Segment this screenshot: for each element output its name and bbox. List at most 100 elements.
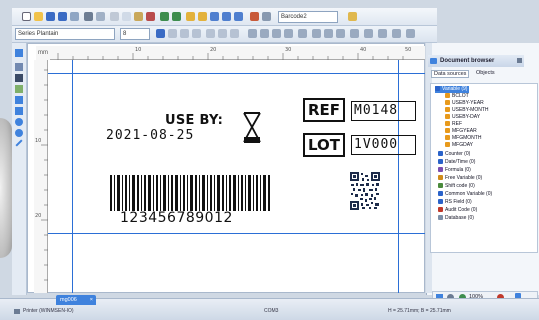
format-tool-7-icon[interactable] — [324, 29, 333, 38]
image-tool-icon[interactable] — [15, 85, 23, 93]
underline-icon[interactable] — [192, 29, 201, 38]
guide-horizontal[interactable] — [48, 73, 425, 74]
hourglass-icon[interactable] — [243, 112, 261, 144]
use-by-label[interactable]: USE BY: — [165, 113, 223, 128]
text-tool-icon[interactable] — [15, 63, 23, 71]
format-tool-11-icon[interactable] — [378, 29, 387, 38]
save-all-icon[interactable] — [58, 12, 67, 21]
print-setup-icon[interactable] — [96, 12, 105, 21]
tree-item-label: MFGMONTH — [452, 135, 482, 141]
format-tool-4-icon[interactable] — [284, 29, 293, 38]
copy-icon[interactable] — [122, 12, 131, 21]
close-tab-icon[interactable]: × — [90, 295, 93, 305]
cut-icon[interactable] — [110, 12, 119, 21]
paste-icon[interactable] — [134, 12, 143, 21]
format-tool-1-icon[interactable] — [248, 29, 257, 38]
format-tool-3-icon[interactable] — [272, 29, 281, 38]
tab-data-sources[interactable]: Data sources — [431, 70, 470, 78]
ruler-mark: 40 — [360, 47, 367, 53]
ungroup-icon[interactable] — [198, 12, 207, 21]
print-icon[interactable] — [84, 12, 93, 21]
tree-item[interactable]: Date/Time (0) — [438, 159, 475, 166]
tree-item[interactable]: Variable (9) — [435, 86, 470, 93]
tree-item[interactable]: MFGYEAR — [445, 128, 477, 135]
audit-code-icon — [438, 207, 443, 213]
format-tool-2-icon[interactable] — [260, 29, 269, 38]
linear-barcode[interactable] — [110, 175, 270, 211]
tree-item[interactable]: USEBY-DAY — [445, 114, 480, 121]
align-icon[interactable] — [210, 12, 219, 21]
guide-vertical[interactable] — [72, 60, 73, 293]
delete-icon[interactable] — [146, 12, 155, 21]
tree-item-label: Free Variable (0) — [445, 175, 483, 181]
format-tool-13-icon[interactable] — [406, 29, 415, 38]
lot-symbol[interactable]: LOT — [303, 133, 345, 157]
tree-item[interactable]: Shift code (0) — [438, 183, 475, 190]
font-combo[interactable]: Series Plantain — [15, 28, 115, 40]
format-tool-10-icon[interactable] — [364, 29, 373, 38]
format-tool-5-icon[interactable] — [298, 29, 307, 38]
format-tool-6-icon[interactable] — [312, 29, 321, 38]
status-printer[interactable]: Printer (WINMSEN-IO) — [23, 308, 74, 314]
barcode-tool-icon[interactable] — [15, 74, 23, 82]
align-center-icon[interactable] — [218, 29, 227, 38]
italic-icon[interactable] — [180, 29, 189, 38]
tree-item[interactable]: Common Variable (0) — [438, 191, 492, 198]
rectangle-tool-icon[interactable] — [15, 96, 23, 104]
zoom-icon[interactable] — [234, 12, 243, 21]
barcode-combo[interactable]: Barcode2 — [278, 11, 338, 23]
guide-horizontal[interactable] — [48, 233, 425, 234]
tree-item[interactable]: MFGMONTH — [445, 135, 481, 142]
save-icon[interactable] — [46, 12, 55, 21]
group-icon[interactable] — [186, 12, 195, 21]
tree-item[interactable]: Free Variable (0) — [438, 175, 482, 182]
tree-item[interactable]: Database (0) — [438, 215, 474, 222]
bold-icon[interactable] — [168, 29, 177, 38]
ref-symbol[interactable]: REF — [303, 98, 345, 122]
font-size-combo[interactable]: 8 — [120, 28, 150, 40]
barcode-number[interactable]: 123456789012 — [120, 210, 233, 226]
ruler-mark: 30 — [285, 47, 292, 53]
tree-item[interactable]: BCLOT — [445, 93, 469, 100]
lot-value-field[interactable]: 1V000 — [351, 135, 416, 155]
tab-objects[interactable]: Objects — [474, 70, 497, 76]
grid-icon[interactable] — [262, 12, 271, 21]
align-right-icon[interactable] — [230, 29, 239, 38]
database-icon[interactable] — [250, 12, 259, 21]
align-left-icon[interactable] — [206, 29, 215, 38]
tree-item[interactable]: REF — [445, 121, 462, 128]
print-preview-icon[interactable] — [70, 12, 79, 21]
undo-icon[interactable] — [160, 12, 169, 21]
panel-pin-icon[interactable] — [517, 58, 522, 63]
monitor-stand-edge — [0, 118, 12, 258]
tree-item[interactable]: USEBY-YEAR — [445, 100, 484, 107]
horizontal-ruler: 10 20 30 40 50 — [50, 46, 425, 60]
ellipse-tool-icon[interactable] — [15, 118, 23, 126]
barcode-settings-icon[interactable] — [348, 12, 357, 21]
tree-item[interactable]: MFGDAY — [445, 142, 473, 149]
tree-item[interactable]: RS Field (0) — [438, 199, 472, 206]
circle-tool-icon[interactable] — [15, 129, 23, 137]
new-document-icon[interactable] — [22, 12, 31, 21]
tree-item[interactable]: USEBY-MONTH — [445, 107, 489, 114]
rounded-rect-tool-icon[interactable] — [15, 107, 23, 115]
format-tool-8-icon[interactable] — [336, 29, 345, 38]
redo-icon[interactable] — [172, 12, 181, 21]
select-tool-icon[interactable] — [15, 49, 23, 57]
format-tool-9-icon[interactable] — [350, 29, 359, 38]
design-canvas[interactable] — [27, 43, 425, 293]
tree-item[interactable]: Counter (0) — [438, 151, 470, 158]
tree-item[interactable]: Formula (0) — [438, 167, 471, 174]
datamatrix-code[interactable] — [350, 172, 380, 210]
open-folder-icon[interactable] — [34, 12, 43, 21]
use-by-date[interactable]: 2021-08-25 — [106, 128, 194, 143]
tree-item[interactable]: Audit Code (0) — [438, 207, 477, 214]
line-tool-icon[interactable] — [15, 139, 23, 147]
rotate-icon[interactable] — [222, 12, 231, 21]
guide-vertical[interactable] — [398, 60, 399, 293]
text-color-icon[interactable] — [156, 29, 165, 38]
document-tab[interactable]: mg006 × — [56, 295, 96, 305]
format-tool-12-icon[interactable] — [392, 29, 401, 38]
status-position: H = 25.71mm; B = 25.71mm — [388, 308, 451, 314]
ref-value-field[interactable]: M0148 — [351, 101, 416, 121]
